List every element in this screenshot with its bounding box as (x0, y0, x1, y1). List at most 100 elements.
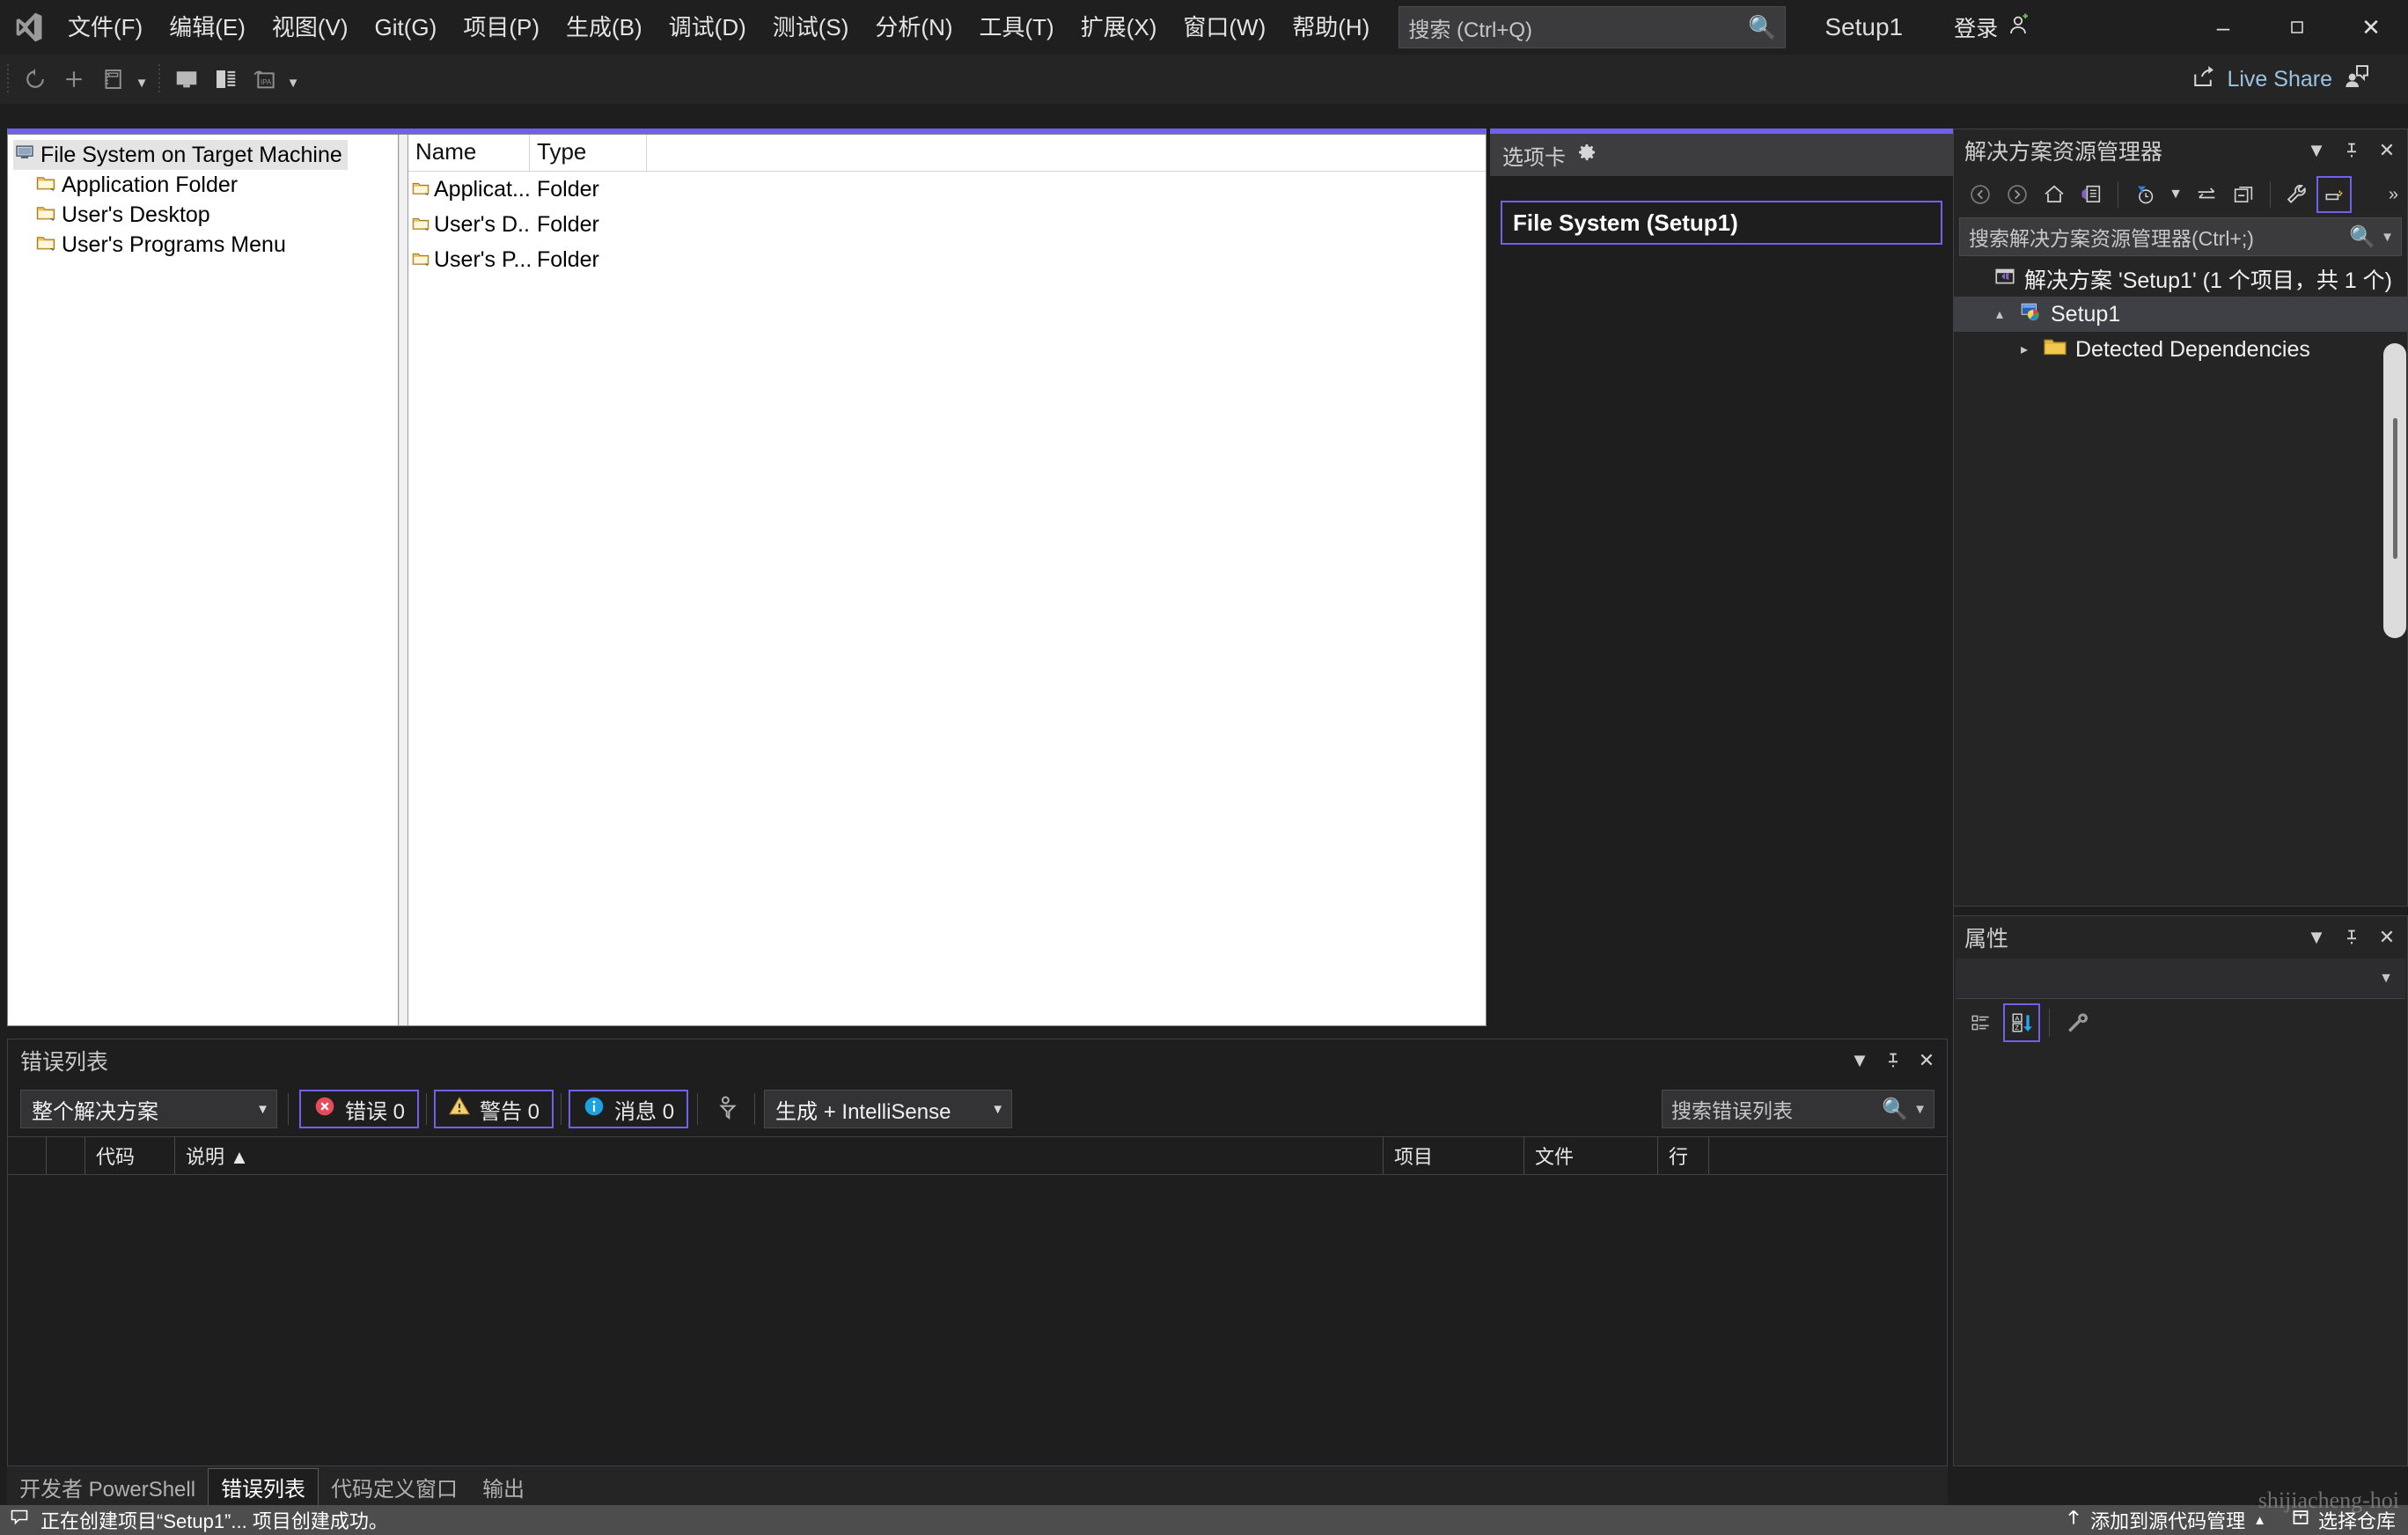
tree-node-users-programs-menu[interactable]: User's Programs Menu (13, 230, 394, 260)
column-header-name[interactable]: Name (408, 135, 530, 171)
property-pages-icon[interactable] (2059, 1003, 2096, 1042)
tree-node-solution[interactable]: 解决方案 'Setup1' (1 个项目，共 1 个) (1954, 261, 2407, 297)
error-scope-combo[interactable]: 整个解决方案 ▼ (20, 1090, 277, 1128)
properties-wrench-icon[interactable] (2280, 176, 2315, 213)
notebook-icon[interactable] (93, 59, 132, 99)
live-share-button[interactable]: Live Share (2190, 62, 2408, 97)
overflow-icon[interactable]: » (2389, 185, 2407, 205)
column-header-project[interactable]: 项目 (1384, 1137, 1524, 1174)
alphabetical-sort-icon[interactable]: AZ (2003, 1003, 2040, 1042)
chevron-down-icon[interactable]: ▼ (2302, 135, 2331, 166)
select-repository-button[interactable]: 选择仓库 (2291, 1506, 2396, 1534)
splitter-handle[interactable] (399, 135, 408, 1025)
close-icon[interactable]: ✕ (2372, 135, 2402, 166)
folder-shortcut-icon (36, 232, 55, 258)
menu-file[interactable]: 文件(F) (55, 0, 156, 55)
pin-icon[interactable] (1878, 1045, 1908, 1076)
list-item[interactable]: User's D... Folder (408, 207, 1486, 242)
add-to-source-control-button[interactable]: 添加到源代码管理 ▲ (2065, 1506, 2266, 1534)
close-icon[interactable]: ✕ (2372, 922, 2402, 953)
chevron-down-icon[interactable]: ▼ (2379, 971, 2393, 987)
column-header-code[interactable]: 代码 (85, 1137, 175, 1174)
toolbar-overflow-caret-2[interactable]: ▼ (283, 59, 303, 99)
folder-shortcut-icon (412, 212, 429, 238)
column-header-type[interactable]: Type (530, 135, 647, 171)
menu-test[interactable]: 测试(S) (760, 0, 863, 55)
toolbar-overflow-caret-1[interactable]: ▼ (132, 59, 151, 99)
chevron-down-icon[interactable]: ▼ (2381, 230, 2394, 245)
tree-node-detected-dependencies[interactable]: ▸ Detected Dependencies (1954, 332, 2407, 367)
error-build-filter-combo[interactable]: 生成 + IntelliSense ▼ (764, 1090, 1013, 1128)
forward-arrow-icon[interactable] (2000, 176, 2035, 213)
filter-icon[interactable] (707, 1093, 752, 1126)
menu-edit[interactable]: 编辑(E) (156, 0, 259, 55)
status-message: 正在创建项目“Setup1”... 项目创建成功。 (40, 1510, 388, 1532)
visual-studio-logo-icon (0, 0, 55, 55)
list-item[interactable]: User's P... Folder (408, 242, 1486, 277)
error-scope-value: 整个解决方案 (32, 1099, 158, 1124)
sync-with-active-document-icon[interactable] (2189, 176, 2224, 213)
options-pane-selected-item[interactable]: File System (Setup1) (1501, 201, 1942, 245)
column-header-file[interactable]: 文件 (1524, 1137, 1658, 1174)
error-list-search-input[interactable]: 搜索错误列表 🔍 ▼ (1662, 1090, 1934, 1128)
info-icon (583, 1095, 606, 1124)
list-item[interactable]: Applicat... Folder (408, 172, 1486, 207)
properties-object-combo[interactable]: ▼ (1956, 958, 2405, 999)
menu-tools[interactable]: 工具(T) (966, 0, 1068, 55)
pending-changes-filter-icon[interactable] (2127, 176, 2162, 213)
menu-build[interactable]: 生成(B) (553, 0, 656, 55)
solution-icon[interactable] (2074, 176, 2109, 213)
add-icon[interactable] (55, 59, 93, 99)
pin-icon[interactable] (2337, 922, 2367, 953)
chevron-down-icon[interactable]: ▼ (1845, 1045, 1875, 1076)
column-header-description[interactable]: 说明 ▲ (175, 1137, 1384, 1174)
minimize-button[interactable]: – (2186, 0, 2260, 55)
gear-icon[interactable] (1576, 142, 1597, 169)
monitor-icon[interactable] (167, 59, 206, 99)
tree-node-application-folder[interactable]: Application Folder (13, 170, 394, 200)
menu-extensions[interactable]: 扩展(X) (1068, 0, 1171, 55)
chevron-down-icon[interactable]: ▼ (1913, 1102, 1927, 1117)
column-header-line[interactable]: 行 (1658, 1137, 1709, 1174)
device-emulator-icon[interactable] (206, 59, 245, 99)
tab-developer-powershell[interactable]: 开发者 PowerShell (7, 1468, 208, 1505)
collapse-all-icon[interactable] (2226, 176, 2261, 213)
menu-analyze[interactable]: 分析(N) (862, 0, 965, 55)
tree-twisty[interactable]: ▸ (2014, 341, 2035, 358)
tab-output[interactable]: 输出 (470, 1468, 537, 1505)
tree-twisty[interactable]: ▴ (1989, 305, 2010, 323)
categorized-icon[interactable] (1963, 1003, 2000, 1042)
toolbar-grip-2[interactable] (155, 64, 164, 94)
close-button[interactable]: ✕ (2334, 0, 2408, 55)
tree-node-label: 解决方案 'Setup1' (1 个项目，共 1 个) (2024, 268, 2392, 293)
tab-error-list[interactable]: 错误列表 (208, 1468, 319, 1505)
tree-node-users-desktop[interactable]: User's Desktop (13, 200, 394, 230)
tree-node-setup1[interactable]: ▴ Setup1 (1954, 297, 2407, 332)
error-filter-messages[interactable]: 消息 0 (569, 1090, 689, 1128)
solution-explorer-scrollbar[interactable] (2383, 343, 2406, 638)
menu-window[interactable]: 窗口(W) (1170, 0, 1279, 55)
menu-debug[interactable]: 调试(D) (656, 0, 760, 55)
chevron-down-icon[interactable]: ▼ (2302, 922, 2331, 953)
chevron-down-icon[interactable]: ▼ (2164, 176, 2187, 213)
tab-code-definition-window[interactable]: 代码定义窗口 (319, 1468, 470, 1505)
restore-button[interactable] (2260, 0, 2334, 55)
menu-view[interactable]: 视图(V) (259, 0, 362, 55)
home-icon[interactable] (2037, 176, 2072, 213)
tree-node-root[interactable]: File System on Target Machine (13, 140, 348, 170)
global-search-input[interactable]: 搜索 (Ctrl+Q) 🔍 (1399, 6, 1787, 48)
back-arrow-icon[interactable] (1963, 176, 1998, 213)
sign-in-button[interactable]: 登录 (1954, 11, 2031, 44)
menu-help[interactable]: 帮助(H) (1279, 0, 1383, 55)
solution-explorer-search-input[interactable]: 搜索解决方案资源管理器(Ctrl+;) 🔍 ▼ (1959, 217, 2402, 256)
show-all-files-icon[interactable] (2316, 176, 2352, 213)
ipa-package-icon[interactable]: IPA (245, 59, 283, 99)
undo-icon[interactable] (16, 59, 55, 99)
toolbar-grip[interactable] (4, 64, 12, 94)
pin-icon[interactable] (2337, 135, 2367, 166)
menu-project[interactable]: 项目(P) (450, 0, 553, 55)
menu-git[interactable]: Git(G) (362, 0, 451, 55)
error-filter-warnings[interactable]: 警告 0 (434, 1090, 554, 1128)
error-filter-errors[interactable]: 错误 0 (299, 1090, 420, 1128)
close-icon[interactable]: ✕ (1912, 1045, 1942, 1076)
